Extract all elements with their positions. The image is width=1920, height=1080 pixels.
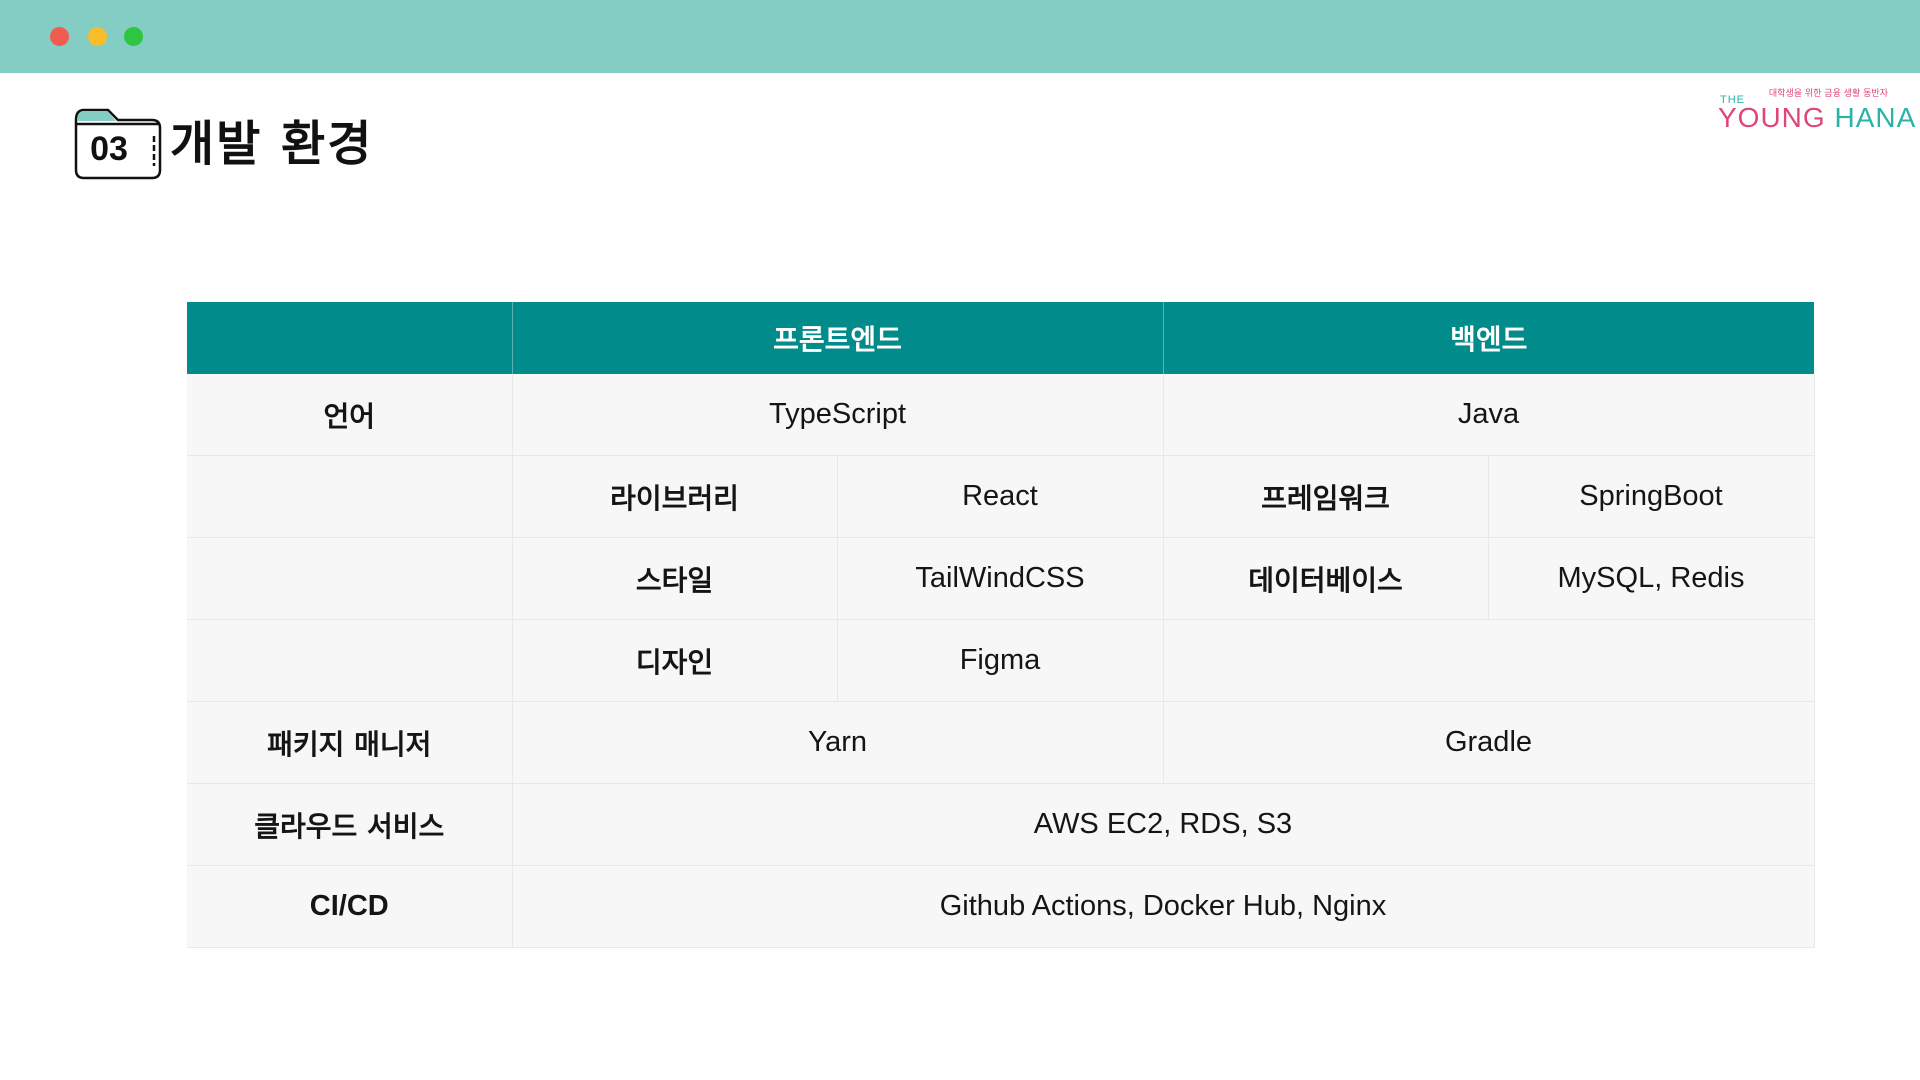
backend-empty-cell: [1163, 619, 1815, 702]
frontend-library-value: React: [837, 455, 1164, 538]
close-window-button[interactable]: [50, 27, 69, 46]
minimize-window-button[interactable]: [88, 27, 107, 46]
frontend-library-label: 라이브러리: [512, 455, 838, 538]
logo-name: YOUNG HANA: [1718, 102, 1916, 134]
table-row-language: 언어 TypeScript Java: [187, 374, 1815, 456]
backend-language: Java: [1163, 374, 1815, 456]
row-label-cicd: CI/CD: [187, 865, 513, 948]
section-number: 03: [90, 129, 128, 168]
table-row-design: 디자인 Figma: [187, 619, 1815, 702]
header-backend: 백엔드: [1163, 302, 1814, 374]
backend-framework-value: SpringBoot: [1488, 455, 1815, 538]
table-row-library: 라이브러리 React 프레임워크 SpringBoot: [187, 455, 1815, 538]
frontend-design-value: Figma: [837, 619, 1164, 702]
header-frontend: 프론트엔드: [512, 302, 1164, 374]
cicd-value: Github Actions, Docker Hub, Nginx: [512, 865, 1815, 948]
page-title: 개발 환경: [170, 116, 374, 172]
row-label-package-manager: 패키지 매니저: [187, 701, 513, 784]
row-label-empty: [187, 537, 513, 620]
row-label-empty: [187, 455, 513, 538]
table-header-row: 프론트엔드 백엔드: [187, 302, 1814, 374]
row-label-language: 언어: [187, 374, 513, 456]
cloud-services-value: AWS EC2, RDS, S3: [512, 783, 1815, 866]
frontend-design-label: 디자인: [512, 619, 838, 702]
table-row-package-manager: 패키지 매니저 Yarn Gradle: [187, 701, 1815, 784]
maximize-window-button[interactable]: [124, 27, 143, 46]
table-row-cloud: 클라우드 서비스 AWS EC2, RDS, S3: [187, 783, 1815, 866]
frontend-language: TypeScript: [512, 374, 1164, 456]
backend-database-label: 데이터베이스: [1163, 537, 1489, 620]
backend-database-value: MySQL, Redis: [1488, 537, 1815, 620]
young-hana-logo: 대학생을 위한 금융 생활 동반자 THE YOUNG HANA: [1718, 86, 1915, 136]
logo-name-young: YOUNG: [1718, 102, 1826, 133]
row-label-empty: [187, 619, 513, 702]
header-corner-cell: [187, 302, 513, 374]
logo-name-hana: HANA: [1834, 102, 1917, 133]
row-label-cloud: 클라우드 서비스: [187, 783, 513, 866]
dev-environment-table: 프론트엔드 백엔드 언어 TypeScript Java 라이브러리 React…: [187, 302, 1815, 948]
table-row-cicd: CI/CD Github Actions, Docker Hub, Nginx: [187, 865, 1815, 948]
backend-package-manager: Gradle: [1163, 701, 1815, 784]
logo-tagline: 대학생을 위한 금융 생활 동반자: [1768, 89, 1888, 99]
frontend-package-manager: Yarn: [512, 701, 1164, 784]
table-row-style: 스타일 TailWindCSS 데이터베이스 MySQL, Redis: [187, 537, 1815, 620]
window-title-bar: [0, 0, 1920, 73]
backend-framework-label: 프레임워크: [1163, 455, 1489, 538]
frontend-style-label: 스타일: [512, 537, 838, 620]
frontend-style-value: TailWindCSS: [837, 537, 1164, 620]
